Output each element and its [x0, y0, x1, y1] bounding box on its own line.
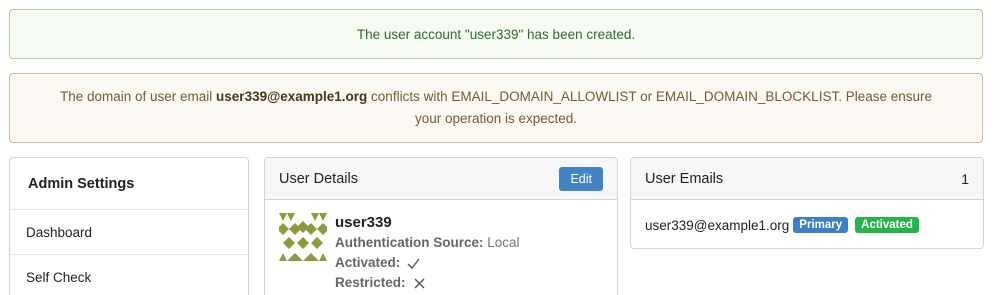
username: user339 — [335, 214, 392, 231]
user-details-body: user339 Authentication Source: Local Act… — [265, 200, 617, 295]
success-message: The user account "user339" has been crea… — [9, 9, 983, 59]
activated-row: Activated: — [335, 253, 520, 273]
warning-message: The domain of user email user339@example… — [9, 73, 983, 143]
email-count: 1 — [961, 170, 969, 187]
check-icon — [407, 258, 420, 269]
status-badge: Activated — [855, 217, 919, 233]
sidebar-item-label: Self Check — [26, 269, 92, 285]
auth-source-label: Authentication Source: — [335, 235, 484, 250]
auth-source-value: Local — [487, 235, 520, 250]
email-address: user339@example1.org — [645, 217, 790, 233]
restricted-row: Restricted: — [335, 273, 520, 293]
sidebar-item-self-check[interactable]: Self Check — [10, 255, 248, 295]
auth-source-row: Authentication Source: Local — [335, 233, 520, 253]
warning-suffix: conflicts with EMAIL_DOMAIN_ALLOWLIST or… — [367, 89, 933, 126]
user-info: user339 Authentication Source: Local Act… — [335, 213, 520, 293]
x-icon — [414, 278, 425, 289]
activated-label: Activated: — [335, 255, 401, 270]
sidebar-title: Admin Settings — [10, 158, 248, 210]
sidebar-item-label: Dashboard — [26, 224, 93, 240]
user-details-panel: User Details Edit user339 Authentication… — [264, 157, 618, 295]
avatar — [279, 213, 327, 261]
warning-email: user339@example1.org — [216, 89, 368, 104]
user-details-header: User Details Edit — [265, 158, 617, 200]
success-message-text: The user account "user339" has been crea… — [356, 26, 636, 42]
warning-prefix: The domain of user email — [59, 89, 217, 104]
warning-message-text: The domain of user email user339@example… — [50, 86, 942, 130]
user-emails-panel: User Emails 1 user339@example1.org Prima… — [630, 157, 984, 249]
user-emails-title: User Emails — [645, 170, 724, 187]
admin-sidebar: Admin Settings Dashboard Self Check — [9, 157, 249, 295]
primary-badge: Primary — [793, 217, 849, 233]
user-emails-header: User Emails 1 — [631, 158, 983, 200]
restricted-label: Restricted: — [335, 275, 406, 290]
list-item: user339@example1.org Primary Activated — [631, 200, 983, 248]
user-details-title: User Details — [279, 170, 358, 187]
edit-button[interactable]: Edit — [559, 166, 603, 191]
sidebar-item-dashboard[interactable]: Dashboard — [10, 210, 248, 255]
